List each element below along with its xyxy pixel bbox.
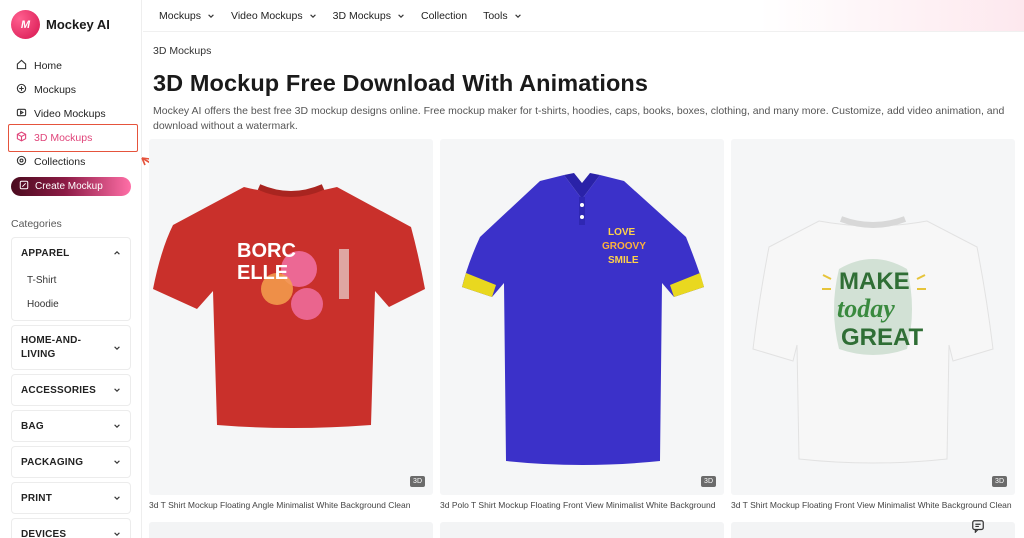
top-nav-video-mockups[interactable]: Video Mockups [231,10,317,22]
mockup-preview-image: BORC ELLE [153,184,425,428]
category-toggle[interactable]: BAG [12,411,130,441]
category-toggle[interactable]: PACKAGING [12,447,130,477]
category-item-t-shirt[interactable]: T-Shirt [12,268,130,292]
print-text: GROOVY [602,241,646,252]
top-nav-3d-mockups[interactable]: 3D Mockups [333,10,405,22]
mockup-preview-image: MAKE today GREAT [752,216,994,464]
brand-logo: M [11,10,40,39]
category-packaging: PACKAGING [11,446,131,478]
mockup-card[interactable]: LOVE GROOVY SMILE 3D [440,139,724,495]
sidebar-nav: Home Mockups Video Mockups 3D Mockups Co… [8,54,136,174]
print-text: MAKE [839,268,910,295]
sidebar-item-label: Mockups [34,84,77,96]
chevron-down-icon [208,13,214,18]
category-label: ACCESSORIES [21,384,96,396]
mockup-caption[interactable]: 3d T Shirt Mockup Floating Angle Minimal… [149,500,433,510]
categories-title: Categories [11,218,62,230]
chevron-down-icon [309,13,316,18]
3d-badge: 3D [701,476,716,487]
category-label: BAG [21,420,44,432]
category-accessories: ACCESSORIES [11,374,131,406]
mockup-icon [16,83,27,97]
category-toggle[interactable]: APPAREL [12,238,130,268]
mockup-card-partial[interactable] [149,522,433,538]
mockup-preview-image: LOVE GROOVY SMILE [462,173,704,465]
sidebar-item-label: 3D Mockups [34,132,93,144]
category-label: PACKAGING [21,456,84,468]
mockup-card-partial[interactable] [440,522,724,538]
create-mockup-label: Create Mockup [35,181,103,192]
print-text: LOVE [608,227,636,238]
top-nav-label: 3D Mockups [332,9,391,22]
category-label-line: HOME-AND- [21,334,82,346]
print-text: GREAT [841,324,924,351]
mockup-caption[interactable]: 3d Polo T Shirt Mockup Floating Front Vi… [440,500,724,510]
chevron-down-icon [114,532,120,536]
category-label: APPAREL [21,247,70,259]
category-bag: BAG [11,410,131,442]
chat-icon[interactable] [966,514,990,538]
top-nav-label: Video Mockups [231,9,303,22]
edit-icon [19,180,29,193]
brand[interactable]: M Mockey AI [11,10,110,39]
print-text: SMILE [608,255,639,266]
chevron-down-icon [114,496,120,500]
mockup-card[interactable]: MAKE today GREAT 3D [731,139,1015,495]
page-title: 3D Mockup Free Download With Animations [153,70,649,96]
mockup-caption[interactable]: 3d T Shirt Mockup Floating Front View Mi… [731,500,1015,510]
home-icon [16,59,27,73]
3d-badge: 3D [992,476,1007,487]
top-nav: Mockups Video Mockups 3D Mockups Collect… [143,0,1024,32]
brand-name: Mockey AI [46,17,110,32]
top-nav-label: Collection [420,9,468,22]
page-description: Mockey AI offers the best free 3D mockup… [153,105,1005,132]
sidebar-item-label: Collections [34,156,86,168]
sidebar-item-label: Video Mockups [34,108,106,120]
breadcrumb[interactable]: 3D Mockups [153,45,211,57]
video-icon [16,107,27,121]
category-label: DEVICES [21,528,67,538]
3d-badge: 3D [410,476,425,487]
top-nav-mockups[interactable]: Mockups [159,10,215,22]
category-print: PRINT [11,482,131,514]
sidebar-item-home[interactable]: Home [8,54,136,78]
sidebar: M Mockey AI Home Mockups Video Mockups 3… [0,0,142,538]
sidebar-item-mockups[interactable]: Mockups [8,78,136,102]
category-toggle[interactable]: DEVICES [12,519,130,538]
category-item-hoodie[interactable]: Hoodie [12,292,130,316]
category-toggle[interactable]: HOME-AND- LIVING [12,326,130,369]
category-toggle[interactable]: PRINT [12,483,130,513]
print-text: ELLE [237,262,288,284]
category-label-line: LIVING [21,348,56,360]
category-apparel: APPAREL T-Shirt Hoodie [11,237,131,321]
category-home-and-living: HOME-AND- LIVING [11,325,131,370]
collection-icon [16,155,27,169]
sidebar-item-video-mockups[interactable]: Video Mockups [8,102,136,126]
sidebar-item-label: Home [34,60,63,72]
chevron-down-icon [114,424,120,428]
top-nav-collection[interactable]: Collection [421,10,467,22]
chevron-down-icon [114,460,120,464]
chevron-up-icon [114,251,120,255]
category-toggle[interactable]: ACCESSORIES [12,375,130,405]
mockup-card[interactable]: BORC ELLE 3D [149,139,433,495]
print-text: BORC [237,240,296,262]
top-nav-tools[interactable]: Tools [483,10,522,22]
chevron-down-icon [514,13,521,18]
chevron-down-icon [398,13,404,18]
category-label: PRINT [21,492,52,504]
category-label: HOME-AND- LIVING [21,334,81,362]
create-mockup-button[interactable]: Create Mockup [11,177,131,196]
cube-icon [16,131,27,145]
sidebar-item-collections[interactable]: Collections [8,150,136,174]
chevron-down-icon [114,345,120,350]
sidebar-item-3d-mockups[interactable]: 3D Mockups [8,126,136,150]
top-nav-label: Mockups [159,9,202,22]
print-text: today [837,294,895,323]
top-nav-label: Tools [483,9,508,22]
category-devices: DEVICES [11,518,131,538]
chevron-down-icon [114,388,120,392]
